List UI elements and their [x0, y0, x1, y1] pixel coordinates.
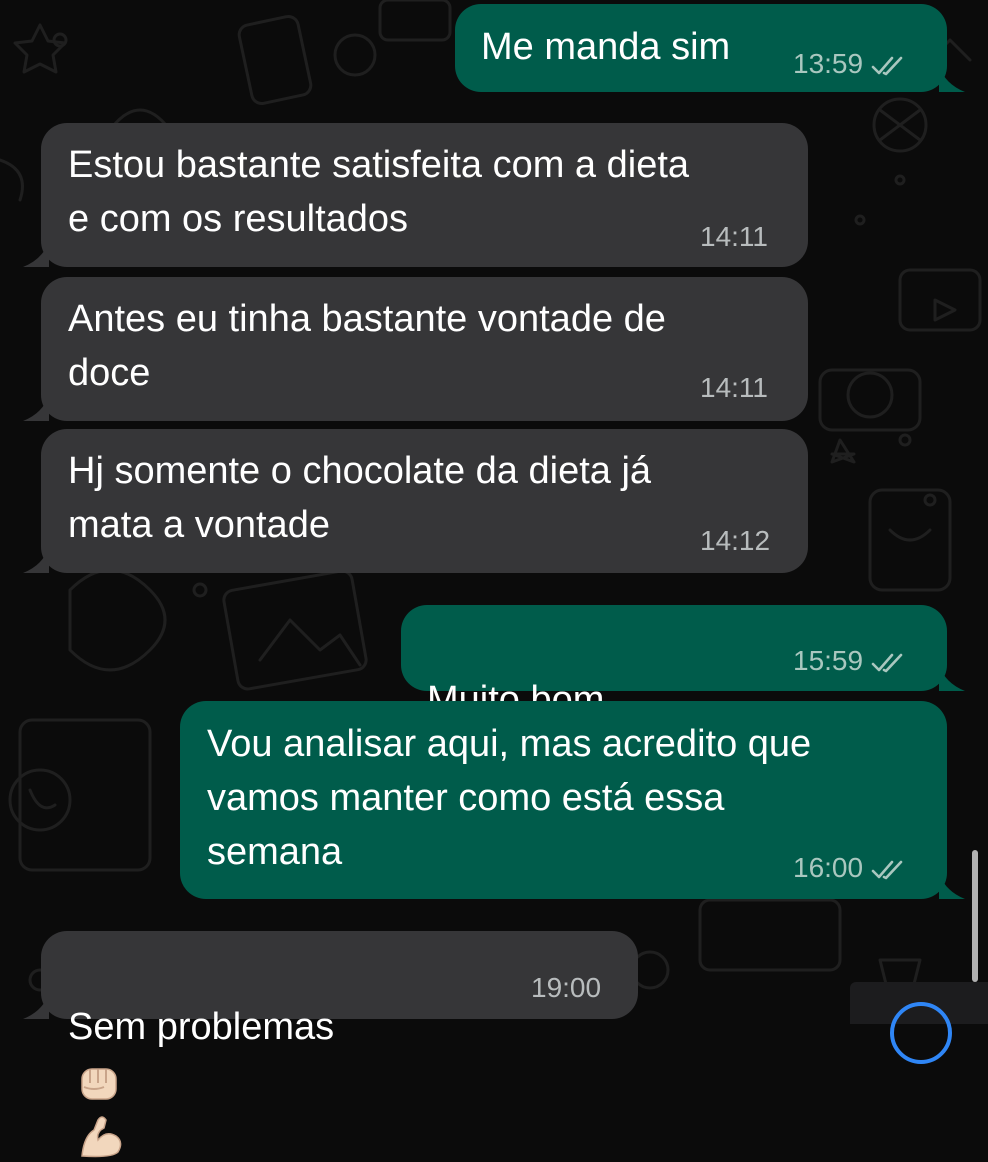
- message-bubble-outgoing[interactable]: Me manda sim 13:59: [455, 4, 965, 92]
- message-text: Vou analisar aqui, mas acredito que vamo…: [207, 723, 812, 873]
- message-text: Me manda sim: [481, 26, 731, 68]
- message-time: 19:00: [531, 972, 602, 1003]
- message-text: Antes eu tinha bastante vontade de doce: [68, 298, 666, 394]
- flexed-biceps-icon: [81, 1116, 122, 1158]
- message-time: 15:59: [793, 646, 905, 676]
- double-check-icon: [871, 860, 903, 879]
- bubble-tail: [23, 547, 49, 573]
- bottom-panel: [850, 982, 988, 1064]
- bubble-tail: [23, 241, 49, 267]
- message-time: 16:00: [793, 853, 905, 883]
- time-label: 13:59: [793, 48, 864, 79]
- message-time: 14:11: [700, 221, 768, 252]
- message-text: Estou bastante satisfeita com a dieta e …: [68, 144, 690, 240]
- message-text: Sem problemas: [68, 946, 334, 1162]
- ring-icon[interactable]: [890, 1002, 952, 1064]
- double-check-icon: [871, 653, 903, 672]
- message-time: 14:12: [700, 525, 771, 556]
- message-bubble-incoming[interactable]: Sem problemas 19:00: [23, 931, 638, 1158]
- message-time: 13:59: [793, 49, 905, 79]
- bubble-tail: [23, 395, 49, 421]
- scrollbar[interactable]: [972, 850, 978, 982]
- message-bubble-incoming[interactable]: Hj somente o chocolate da dieta já mata …: [23, 429, 808, 573]
- message-time: 14:11: [700, 372, 768, 403]
- message-bubble-outgoing[interactable]: Muito bom 15:59: [401, 605, 965, 833]
- time-label: 15:59: [793, 645, 864, 676]
- bubble-tail: [939, 873, 965, 899]
- oncoming-fist-icon: [81, 1068, 117, 1100]
- message-bubble-outgoing[interactable]: Vou analisar aqui, mas acredito que vamo…: [180, 701, 965, 899]
- time-label: 16:00: [793, 852, 864, 883]
- bubble-tail: [939, 66, 965, 92]
- bubble-tail: [939, 665, 965, 691]
- bubble-tail: [23, 993, 49, 1019]
- message-text: Hj somente o chocolate da dieta já mata …: [68, 450, 652, 546]
- message-bubble-incoming[interactable]: Antes eu tinha bastante vontade de doce …: [23, 277, 808, 421]
- double-check-icon: [871, 56, 903, 75]
- message-bubble-incoming[interactable]: Estou bastante satisfeita com a dieta e …: [23, 123, 808, 267]
- message-text-label: Sem problemas: [68, 1006, 335, 1048]
